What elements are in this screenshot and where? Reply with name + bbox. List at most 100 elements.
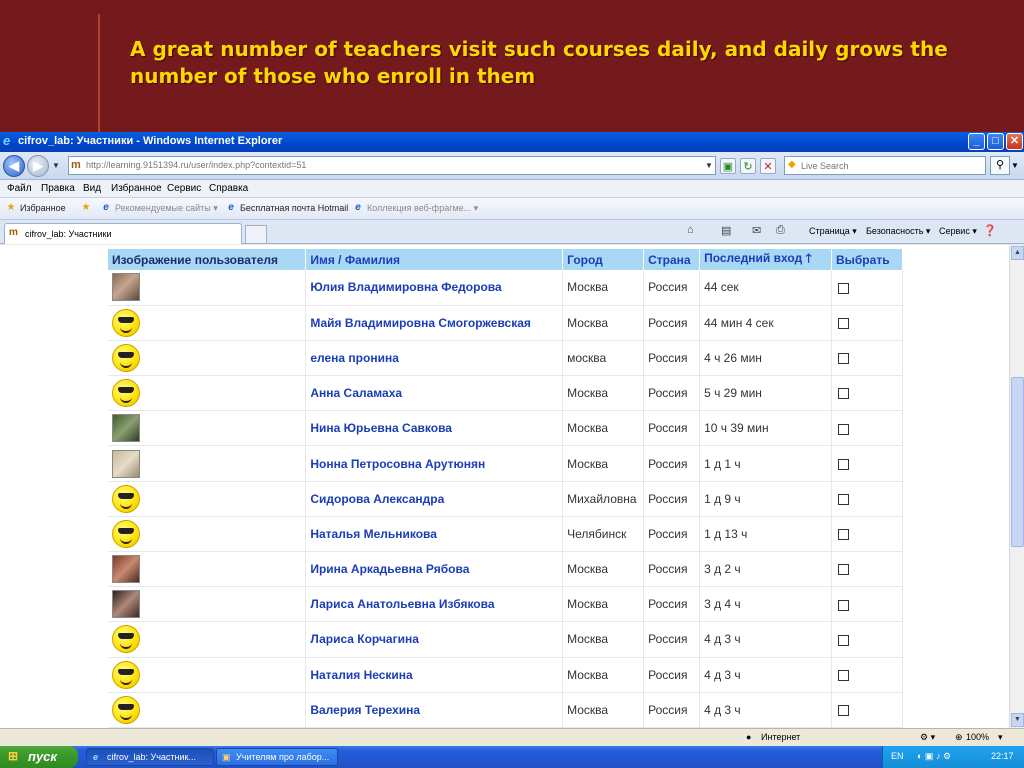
refresh-icon[interactable]: ↻ [740, 158, 756, 174]
language-indicator[interactable]: EN [891, 751, 904, 761]
clock[interactable]: 22:17 [991, 751, 1014, 761]
avatar-cell [108, 305, 307, 341]
select-checkbox[interactable] [837, 494, 849, 506]
task-powerpoint[interactable]: ▣ Учителям про лабор... [216, 748, 338, 766]
menu-help[interactable]: Справка [209, 183, 248, 194]
user-name-link[interactable]: Наталия Нескина [305, 657, 564, 693]
zoom-level[interactable]: 100% [966, 732, 989, 742]
user-name-link[interactable]: Сидорова Александра [305, 481, 564, 517]
search-box[interactable]: ◆ [784, 156, 986, 175]
add-favorites-icon[interactable]: ★ [80, 202, 92, 214]
protected-mode-icon[interactable]: ⚙ ▾ [920, 732, 935, 743]
user-name-link[interactable]: Ирина Аркадьевна Рябова [305, 551, 564, 588]
new-tab-button[interactable] [245, 225, 267, 244]
scroll-up-button[interactable]: ▲ [1011, 246, 1024, 260]
forward-button[interactable]: ▶ [27, 155, 49, 177]
select-checkbox[interactable] [837, 423, 849, 435]
header-country[interactable]: Страна [643, 249, 701, 270]
user-country: Россия [643, 692, 701, 728]
default-avatar-icon[interactable] [112, 519, 140, 548]
header-name[interactable]: Имя / Фамилия [305, 249, 564, 270]
user-photo-avatar[interactable] [112, 273, 140, 302]
user-name-link[interactable]: Нина Юрьевна Савкова [305, 410, 564, 447]
feeds-icon[interactable]: ▤ [721, 224, 731, 237]
tray-icons[interactable]: ◐ ▣ ♪ ⚙ [917, 751, 951, 762]
menu-file[interactable]: Файл [7, 183, 32, 194]
user-country: Россия [643, 410, 701, 447]
fav-hotmail[interactable]: Бесплатная почта Hotmail [240, 203, 348, 213]
default-avatar-icon[interactable] [112, 379, 140, 408]
history-dropdown-icon[interactable]: ▼ [52, 161, 60, 170]
menu-tools[interactable]: Сервис [167, 183, 201, 194]
window-titlebar[interactable]: e cifrov_lab: Участники - Windows Intern… [0, 132, 1024, 152]
user-city: Москва [562, 621, 645, 658]
stop-icon[interactable]: ✕ [760, 158, 776, 174]
user-name-link[interactable]: Лариса Анатольевна Избякова [305, 586, 564, 623]
header-last-access[interactable]: Последний вход 🡑 [699, 249, 832, 270]
vertical-scrollbar[interactable]: ▲ ▼ [1009, 245, 1024, 728]
user-name-link[interactable]: Наталья Мельникова [305, 516, 564, 553]
select-checkbox[interactable] [837, 705, 849, 717]
default-avatar-icon[interactable] [112, 308, 140, 337]
menu-view[interactable]: Вид [83, 183, 101, 194]
help-icon[interactable]: ❓ [983, 224, 997, 237]
default-avatar-icon[interactable] [112, 484, 140, 513]
select-checkbox[interactable] [837, 564, 849, 576]
select-checkbox[interactable] [837, 318, 849, 330]
user-photo-avatar[interactable] [112, 555, 140, 584]
select-checkbox[interactable] [837, 388, 849, 400]
search-options-icon[interactable]: ▼ [1011, 156, 1021, 175]
default-avatar-icon[interactable] [112, 625, 140, 654]
zoom-icon: ⊕ [955, 732, 963, 742]
default-avatar-icon[interactable] [112, 660, 140, 689]
header-avatar: Изображение пользователя [108, 249, 307, 270]
maximize-button[interactable]: □ [987, 133, 1004, 150]
page-menu[interactable]: Страница ▾ [809, 226, 857, 237]
select-checkbox[interactable] [837, 282, 849, 294]
select-checkbox[interactable] [837, 458, 849, 470]
print-icon[interactable]: ⎙ [776, 224, 785, 237]
fav-web-slices[interactable]: Коллекция веб-фрагме... ▾ [367, 203, 478, 214]
url-input[interactable]: m http://learning.9151394.ru/user/index.… [68, 156, 716, 175]
tab-current[interactable]: m cifrov_lab: Участники [4, 223, 242, 244]
user-name-link[interactable]: Анна Саламаха [305, 375, 564, 412]
tools-menu[interactable]: Сервис ▾ [939, 226, 977, 237]
user-photo-avatar[interactable] [112, 590, 140, 619]
user-name-link[interactable]: Лариса Корчагина [305, 621, 564, 658]
mail-icon[interactable]: ✉ [752, 224, 761, 237]
back-button[interactable]: ◀ [3, 155, 25, 177]
minimize-button[interactable]: _ [968, 133, 985, 150]
safety-menu[interactable]: Безопасность ▾ [866, 226, 930, 237]
user-name-link[interactable]: Нонна Петросовна Арутюнян [305, 445, 564, 482]
user-photo-avatar[interactable] [112, 449, 140, 478]
zoom-dropdown-icon[interactable]: ▾ [998, 732, 1003, 743]
select-checkbox[interactable] [837, 599, 849, 611]
user-name-link[interactable]: Валерия Терехина [305, 692, 564, 728]
avatar-cell [108, 516, 307, 553]
menu-favorites[interactable]: Избранное [111, 183, 162, 194]
select-checkbox[interactable] [837, 529, 849, 541]
default-avatar-icon[interactable] [112, 343, 140, 372]
select-checkbox[interactable] [837, 634, 849, 646]
task-ie[interactable]: e cifrov_lab: Участник... [86, 748, 214, 766]
close-button[interactable]: ✕ [1006, 133, 1023, 150]
fav-suggested-sites[interactable]: Рекомендуемые сайты ▾ [115, 203, 218, 214]
home-icon[interactable]: ⌂ [687, 224, 694, 236]
favorites-button[interactable]: Избранное [20, 203, 66, 213]
search-input[interactable] [801, 159, 981, 173]
header-city[interactable]: Город [562, 249, 645, 270]
select-checkbox[interactable] [837, 669, 849, 681]
url-dropdown-icon[interactable]: ▼ [705, 161, 713, 170]
menu-edit[interactable]: Правка [41, 183, 75, 194]
user-name-link[interactable]: Майя Владимировна Смогоржевская [305, 305, 564, 341]
default-avatar-icon[interactable] [112, 695, 140, 724]
user-name-link[interactable]: елена пронина [305, 340, 564, 377]
user-name-link[interactable]: Юлия Владимировна Федорова [305, 270, 564, 306]
user-photo-avatar[interactable] [112, 414, 140, 443]
select-checkbox[interactable] [837, 353, 849, 365]
start-button[interactable]: ⊞ пуск [0, 746, 78, 768]
scroll-down-button[interactable]: ▼ [1011, 713, 1024, 727]
compatibility-icon[interactable]: ▣ [720, 158, 736, 174]
scroll-thumb[interactable] [1011, 377, 1024, 547]
search-button[interactable]: ⚲ [990, 156, 1010, 175]
